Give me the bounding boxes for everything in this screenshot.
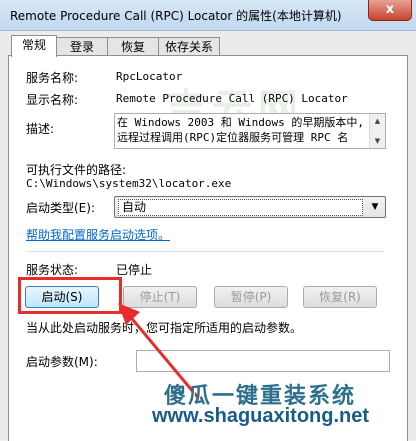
scroll-up-icon[interactable]: ▲ (370, 114, 385, 128)
description-text: 在 Windows 2003 和 Windows 的早期版本中,远程过程调用(R… (117, 116, 364, 144)
startup-type-value: 自动 (118, 199, 363, 216)
exe-path-value: C:\Windows\system32\locator.exe (26, 177, 232, 190)
scroll-down-icon[interactable]: ▼ (370, 134, 385, 148)
exe-path-label: 可执行文件的路径: (26, 163, 127, 177)
resume-button[interactable]: 恢复(R) (303, 286, 377, 308)
service-name-label: 服务名称: (26, 71, 79, 85)
description-scrollbar[interactable]: ▲ ▼ (369, 114, 385, 148)
url-watermark: www.shaguaxitong.net (152, 405, 370, 427)
highlight-box (18, 277, 122, 314)
service-status-value: 已停止 (116, 263, 153, 277)
description-label: 描述: (26, 122, 55, 136)
startup-type-label: 启动类型(E): (26, 201, 95, 215)
chevron-down-icon: ▼ (371, 202, 379, 212)
display-name-value: Remote Procedure Call (RPC) Locator (116, 92, 348, 105)
help-configure-link[interactable]: 帮助我配置服务启动选项。 (26, 226, 170, 243)
service-status-label: 服务状态: (26, 263, 79, 277)
pause-button-label: 暂停(P) (230, 290, 272, 304)
service-name-value: RpcLocator (116, 70, 183, 83)
pause-button[interactable]: 暂停(P) (214, 286, 288, 308)
startup-type-select[interactable]: 自动 ▼ (114, 196, 386, 218)
description-box[interactable]: 在 Windows 2003 和 Windows 的早期版本中,远程过程调用(R… (114, 113, 386, 149)
resume-button-label: 恢复(R) (319, 290, 361, 304)
display-name-label: 显示名称: (26, 93, 79, 107)
divider (26, 251, 384, 252)
start-params-label: 启动参数(M): (26, 355, 98, 369)
